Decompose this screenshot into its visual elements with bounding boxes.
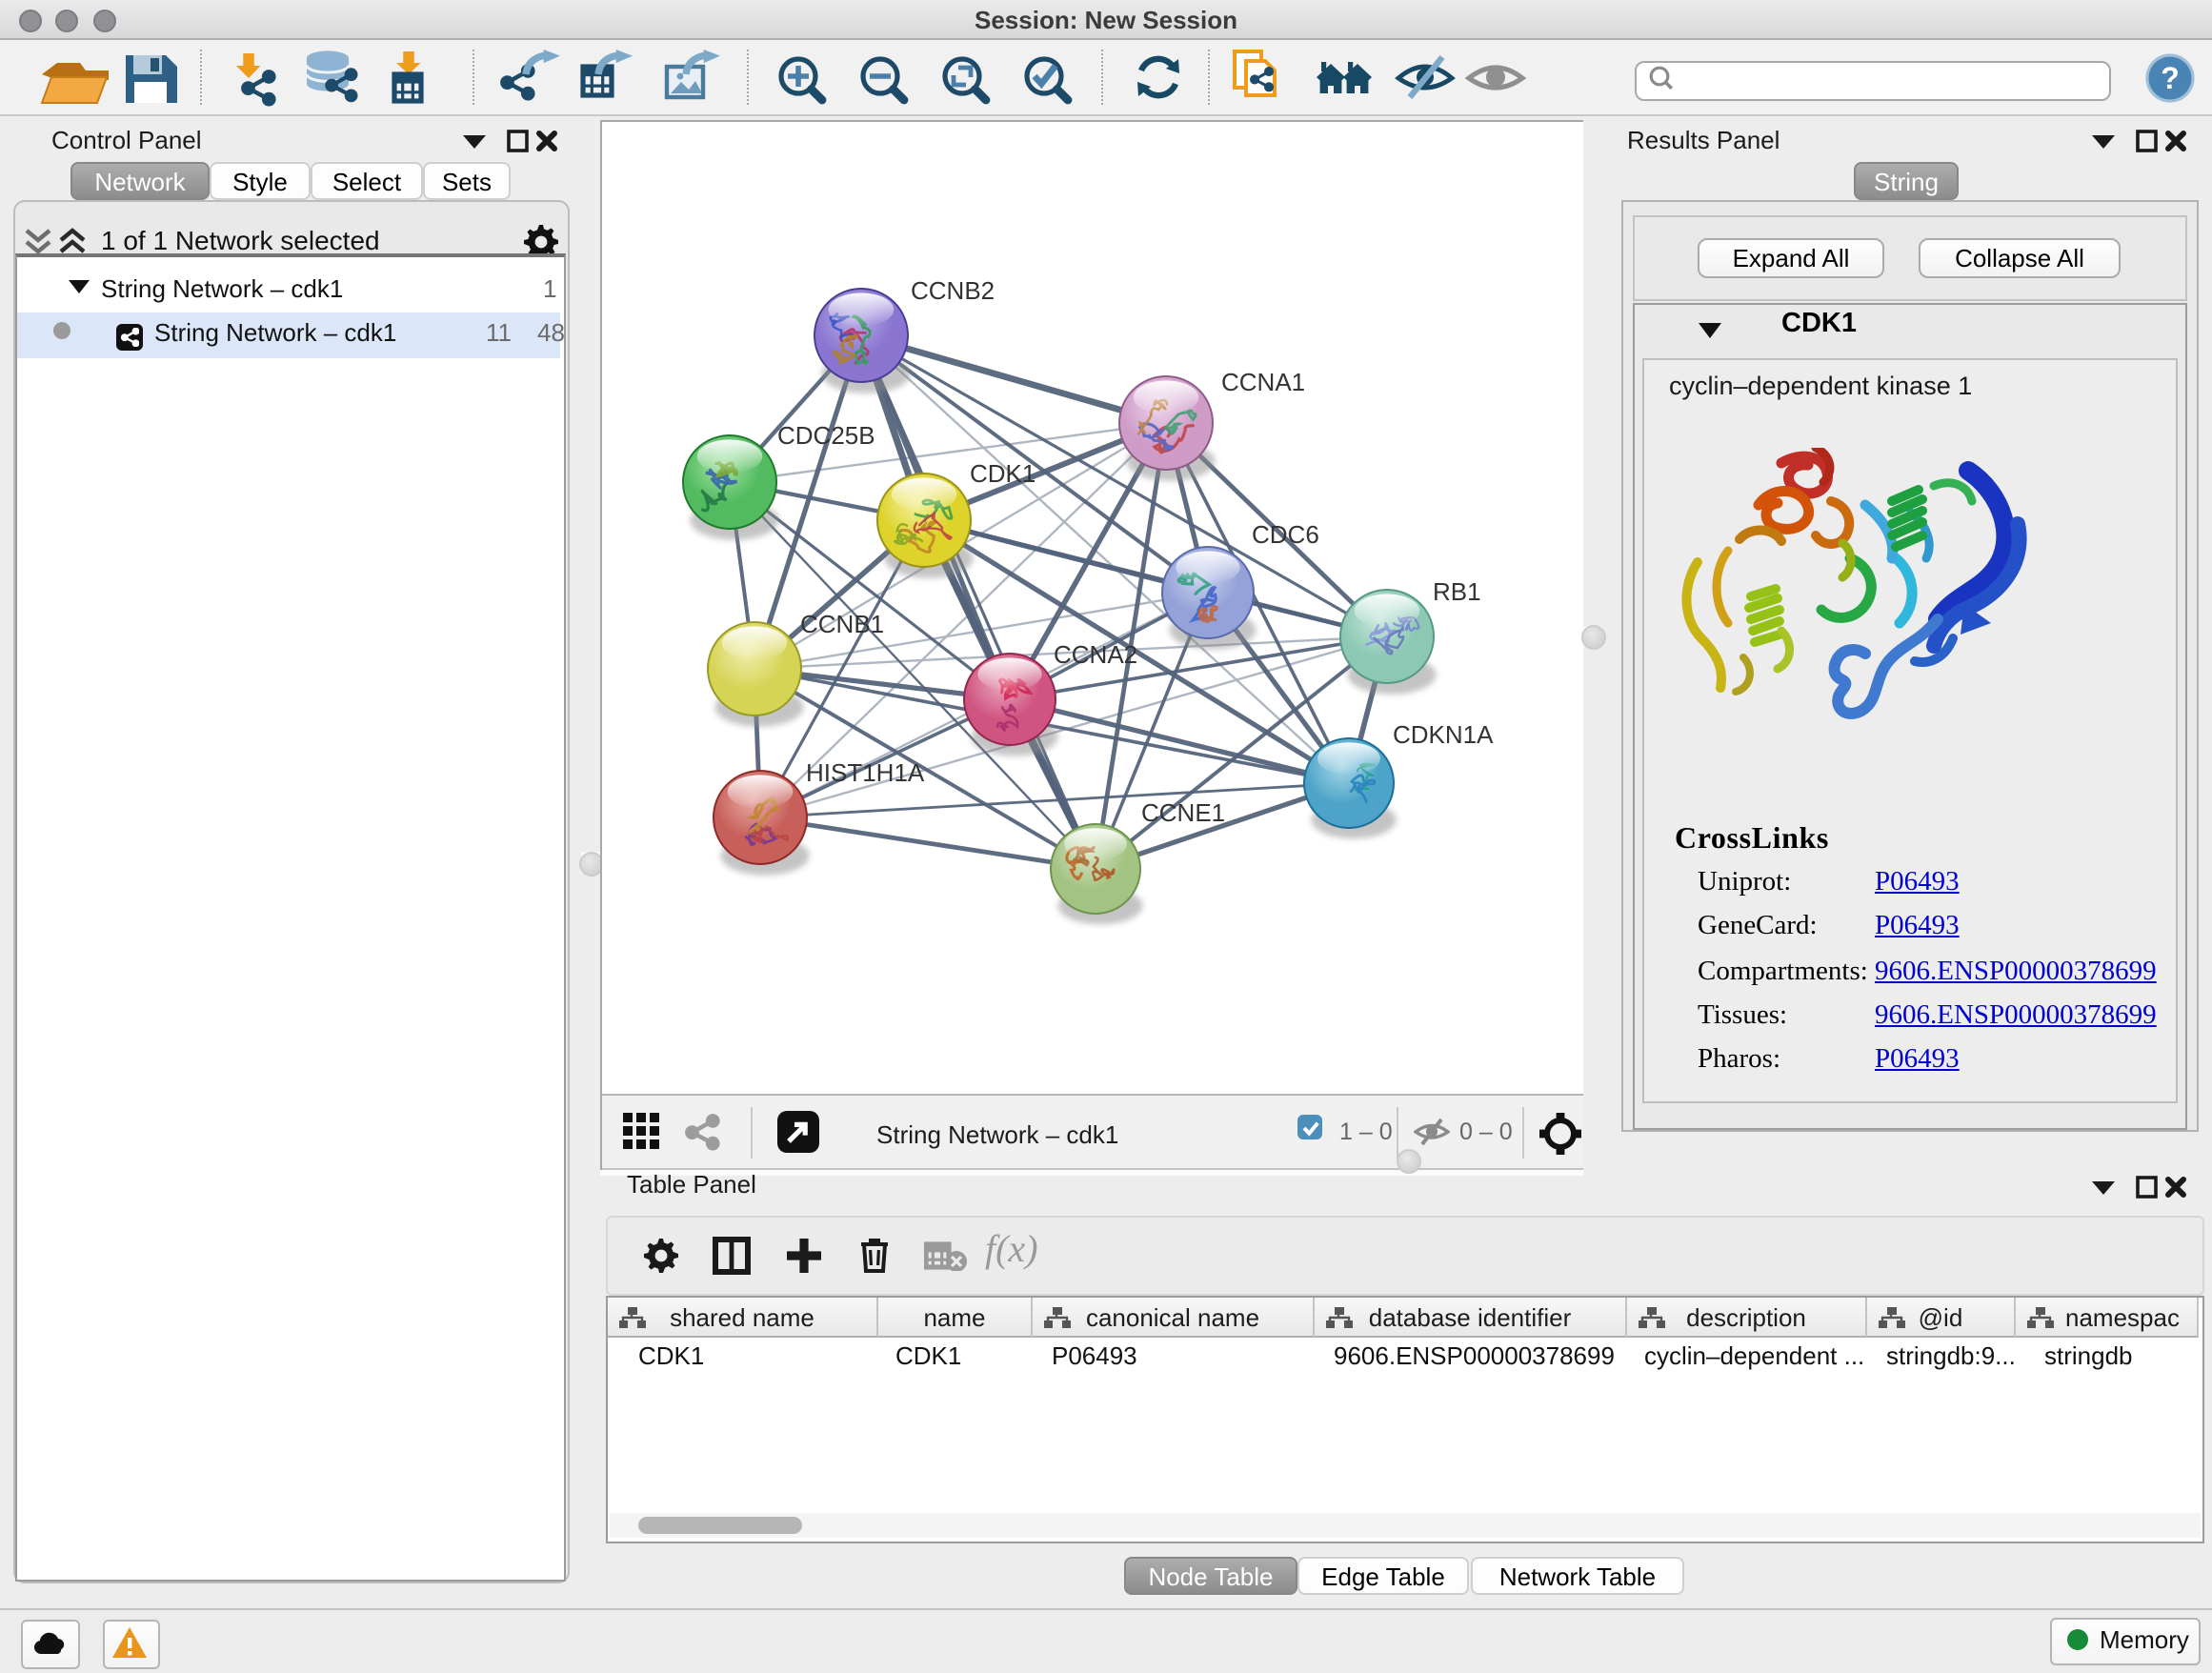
svg-text:?: ?: [2161, 61, 2180, 95]
